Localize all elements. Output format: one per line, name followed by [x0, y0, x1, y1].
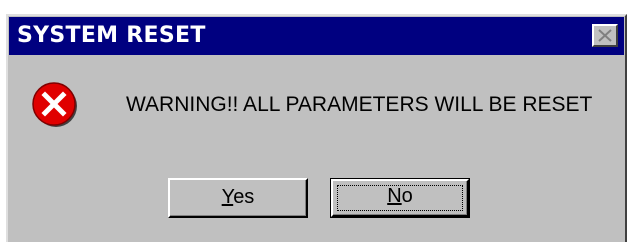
- no-mnemonic: N: [387, 185, 402, 207]
- yes-button-label: Yes: [222, 186, 255, 208]
- error-icon: [32, 82, 77, 127]
- no-label-rest: o: [401, 185, 413, 207]
- warning-message: WARNING!! ALL PARAMETERS WILL BE RESET: [126, 93, 593, 116]
- yes-button[interactable]: Yes: [168, 178, 308, 218]
- dialog-window: SYSTEM RESET WARNING!! ALL PARAMETERS WI…: [6, 14, 627, 242]
- close-icon: [598, 29, 612, 42]
- window-title: SYSTEM RESET: [17, 23, 206, 48]
- no-button-label: No: [387, 185, 413, 207]
- yes-label-rest: es: [233, 186, 255, 208]
- title-bar[interactable]: SYSTEM RESET: [9, 17, 624, 55]
- no-button[interactable]: No: [330, 178, 470, 218]
- close-button[interactable]: [592, 24, 618, 47]
- yes-mnemonic: Y: [221, 186, 234, 208]
